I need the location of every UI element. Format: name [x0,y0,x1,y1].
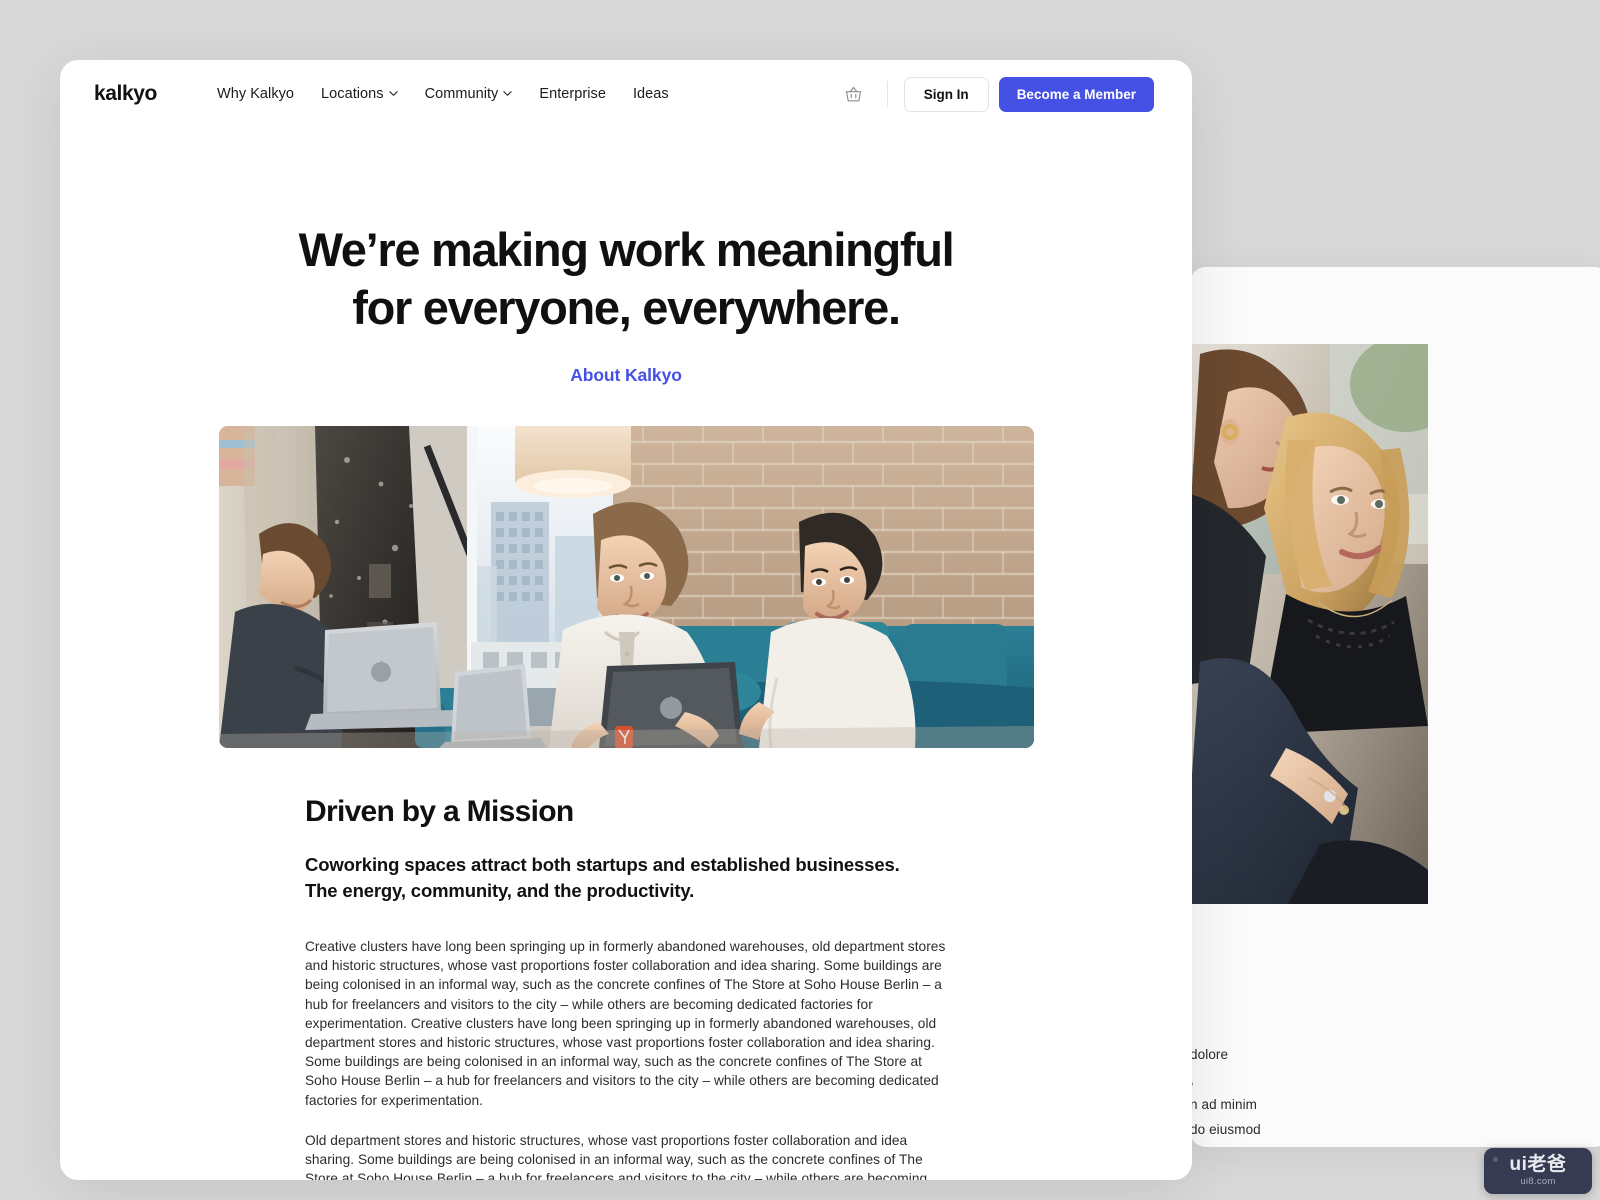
nav-label: Community [424,86,499,102]
section-heading: Driven by a Mission [305,795,574,828]
watermark-dot-icon [1493,1157,1498,1162]
brand-logo[interactable]: kalkyo [94,82,157,106]
hero-section: We’re making work meaningful for everyon… [60,128,1192,386]
mission-body-paragraph-2: Old department stores and historic struc… [305,1132,928,1180]
nav-label: Ideas [632,86,669,102]
nav-item-ideas[interactable]: Ideas [633,86,669,102]
main-page-card: kalkyo Why Kalkyo Locations Community En… [60,60,1192,1180]
mission-section: Driven by a Mission Coworking spaces att… [305,795,950,1180]
hero-title-line-2: for everyone, everywhere. [352,281,901,334]
mission-lead-paragraph: Coworking spaces attract both startups a… [305,854,900,901]
about-kalkyo-link[interactable]: About Kalkyo [570,365,682,386]
header-divider [886,81,888,107]
site-header: kalkyo Why Kalkyo Locations Community En… [60,60,1192,128]
bg-text-line-2: , [1190,1067,1490,1092]
bg-text-line-1: dolore [1190,1047,1229,1062]
bg-text-line-4: do eiusmod [1190,1122,1261,1137]
nav-label: Enterprise [539,86,606,102]
mission-body-paragraph-1: Creative clusters have long been springi… [305,939,946,1108]
nav-label: Why Kalkyo [216,86,295,102]
background-card-text: dolore , n ad minim do eiusmod [1190,1042,1490,1142]
sign-in-button[interactable]: Sign In [903,76,989,112]
chevron-down-icon [388,89,398,98]
hero-image [218,426,1034,748]
primary-nav: Why Kalkyo Locations Community Enterpris… [217,86,669,102]
watermark-badge: ui老爸 ui8.com [1484,1148,1592,1194]
watermark-sub-text: ui8.com [1520,1176,1556,1187]
hero-title-line-1: We’re making work meaningful [298,223,955,276]
nav-item-community[interactable]: Community [425,86,513,102]
bg-text-line-3: n ad minim [1190,1097,1258,1112]
nav-item-locations[interactable]: Locations [321,86,398,102]
watermark-main-text: ui老爸 [1509,1154,1567,1175]
nav-item-why-kalkyo[interactable]: Why Kalkyo [217,86,294,102]
nav-item-enterprise[interactable]: Enterprise [539,86,606,102]
shopping-basket-icon[interactable] [837,77,871,111]
become-a-member-button[interactable]: Become a Member [998,76,1154,112]
chevron-down-icon [503,89,512,98]
page-title: We’re making work meaningful for everyon… [60,221,1192,337]
background-card-photo [1190,344,1428,904]
nav-label: Locations [321,86,384,102]
background-secondary-card: dolore , n ad minim do eiusmod [1190,267,1600,1147]
header-actions: Sign In Become a Member [837,76,1154,112]
